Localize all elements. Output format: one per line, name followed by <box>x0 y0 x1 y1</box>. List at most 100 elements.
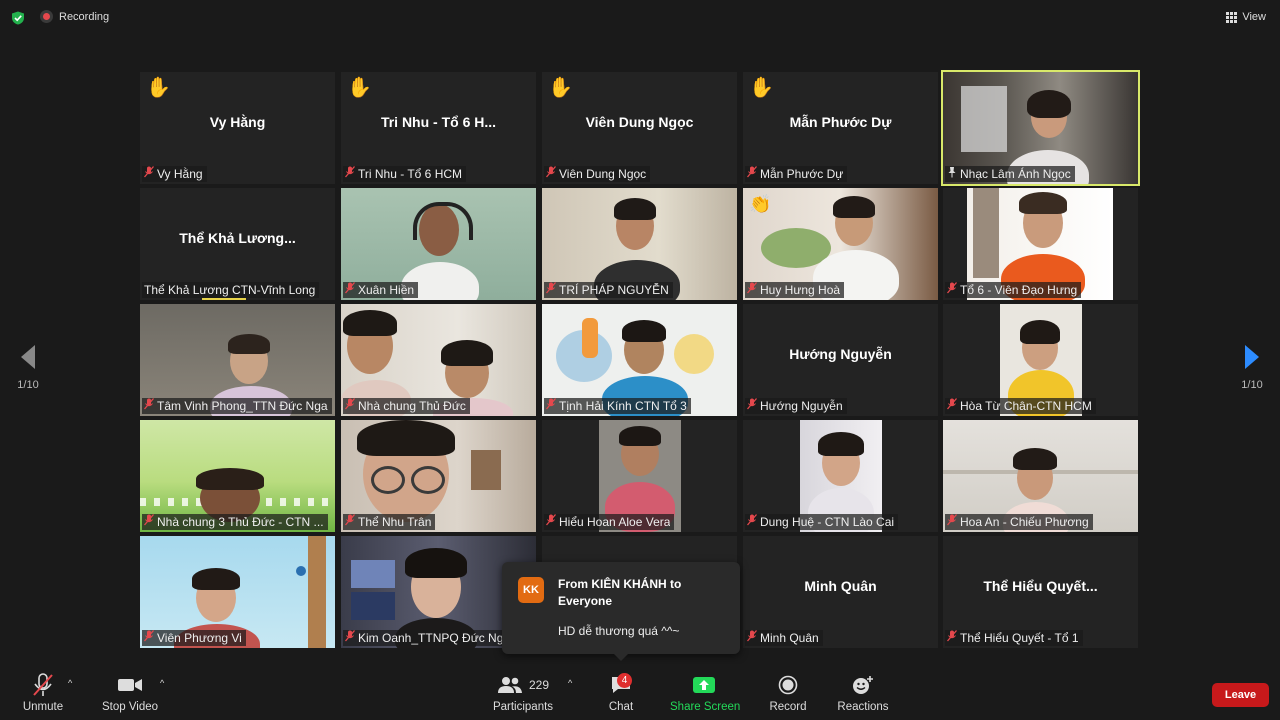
muted-mic-icon <box>546 398 556 414</box>
share-screen-button[interactable]: Share Screen <box>670 672 741 713</box>
participant-tile[interactable]: Nhà chung Thủ Đức <box>341 304 536 416</box>
participant-name-label: Minh Quân <box>745 630 823 646</box>
stop-video-button[interactable]: Stop Video <box>100 672 160 713</box>
muted-mic-icon <box>546 282 556 298</box>
participant-name-label: Tổ 6 - Viên Đạo Hưng <box>945 282 1082 298</box>
top-bar: Recording View <box>0 0 1280 36</box>
participants-button[interactable]: 229 Participants <box>492 672 554 713</box>
participant-tile[interactable]: Hòa Từ Chân-CTN HCM <box>943 304 1138 416</box>
pin-icon <box>947 166 957 182</box>
participant-tile[interactable]: Hoa An - Chiếu Phương <box>943 420 1138 532</box>
participants-icon-row: 229 <box>492 672 554 698</box>
record-button[interactable]: Record <box>766 672 810 713</box>
video-camera-icon <box>100 672 160 698</box>
share-screen-label: Share Screen <box>670 701 741 713</box>
muted-mic-icon <box>345 166 355 182</box>
participant-name-label: Nhà chung Thủ Đức <box>343 398 470 414</box>
sender-avatar: KK <box>518 577 544 603</box>
participant-tile[interactable]: ✋ Viên Dung Ngọc Viên Dung Ngọc <box>542 72 737 184</box>
participant-tile[interactable]: ✋ Tri Nhu - Tổ 6 H... Tri Nhu - Tổ 6 HCM <box>341 72 536 184</box>
record-icon <box>766 672 810 698</box>
muted-mic-icon <box>747 630 757 646</box>
participant-tile[interactable]: Xuân Hiền <box>341 188 536 300</box>
share-screen-icon <box>670 672 738 698</box>
participant-display-name: Mẫn Phước Dự <box>789 114 892 130</box>
page-indicator-right: 1/10 <box>1241 379 1263 391</box>
muted-mic-icon <box>747 282 757 298</box>
participants-options-chevron-icon[interactable]: ^ <box>568 678 572 688</box>
muted-mic-icon <box>546 514 556 530</box>
shield-icon[interactable] <box>11 11 25 25</box>
participant-tile[interactable]: Thể Nhu Trân <box>341 420 536 532</box>
participant-tile[interactable]: Thể Khả Lương... Thể Khả Lương CTN-Vĩnh … <box>140 188 335 300</box>
leave-meeting-button[interactable]: Leave <box>1212 683 1269 707</box>
participant-name-label: Xuân Hiền <box>343 282 419 298</box>
next-page-button[interactable]: 1/10 <box>1240 345 1264 391</box>
video-options-chevron-icon[interactable]: ^ <box>160 678 164 688</box>
muted-mic-icon <box>345 282 355 298</box>
participant-tile[interactable]: ✋ Mẫn Phước Dự Mẫn Phước Dự <box>743 72 938 184</box>
muted-mic-icon <box>345 398 355 414</box>
participant-name-label: Nhạc Lâm Ánh Ngọc <box>945 166 1075 182</box>
chat-sender-line: From KIÊN KHÁNH to Everyone <box>558 577 682 608</box>
participant-tile[interactable]: TRÍ PHÁP NGUYỄN <box>542 188 737 300</box>
muted-mic-icon <box>345 630 355 646</box>
participant-tile[interactable]: Minh Quân Minh Quân <box>743 536 938 648</box>
view-label: View <box>1242 11 1266 23</box>
participant-tile[interactable]: Hiểu Hoan Aloe Vera <box>542 420 737 532</box>
audio-options-chevron-icon[interactable]: ^ <box>68 678 72 688</box>
chat-message-popup[interactable]: KK From KIÊN KHÁNH to Everyone HD dễ thư… <box>502 562 740 661</box>
participant-name-label: Hiểu Hoan Aloe Vera <box>544 514 675 530</box>
participant-tile[interactable]: ✋ Vy Hằng Vy Hằng <box>140 72 335 184</box>
participant-display-name: Tri Nhu - Tổ 6 H... <box>380 114 497 130</box>
page-indicator-left: 1/10 <box>17 379 39 391</box>
audio-activity-indicator <box>202 298 246 300</box>
participant-name-label: Hoa An - Chiếu Phương <box>945 514 1093 530</box>
participant-name-label: Nhà chung 3 Thủ Đức - CTN ... <box>142 514 328 530</box>
reactions-button[interactable]: Reactions <box>836 672 890 713</box>
muted-mic-icon <box>144 166 154 182</box>
grid-view-icon <box>1226 11 1238 23</box>
participant-display-name: Viên Dung Ngọc <box>585 114 694 130</box>
participant-name-label: Thể Khả Lương CTN-Vĩnh Long <box>142 282 320 298</box>
participant-tile[interactable]: Dung Huệ - CTN Lào Cai <box>743 420 938 532</box>
participant-tile[interactable]: Tổ 6 - Viên Đạo Hưng <box>943 188 1138 300</box>
participant-tile[interactable]: Tâm Vinh Phong_TTN Đức Nga <box>140 304 335 416</box>
recording-label: Recording <box>59 10 110 23</box>
participant-tile[interactable]: Thể Hiểu Quyết... Thể Hiểu Quyết - Tổ 1 <box>943 536 1138 648</box>
participant-name-label: Dung Huệ - CTN Lào Cai <box>745 514 899 530</box>
unmute-label: Unmute <box>22 701 64 713</box>
muted-mic-icon <box>747 398 757 414</box>
muted-mic-icon <box>947 630 957 646</box>
participant-name-label: Thể Hiểu Quyết - Tổ 1 <box>945 630 1083 646</box>
muted-mic-icon <box>947 282 957 298</box>
arrow-right-icon <box>1245 345 1259 369</box>
participant-name-label: TRÍ PHÁP NGUYỄN <box>544 282 673 298</box>
participant-count: 229 <box>528 678 550 692</box>
chat-button[interactable]: 4 Chat <box>604 672 638 713</box>
recording-indicator[interactable]: Recording <box>40 10 109 23</box>
participant-tile[interactable]: 👏 Huy Hưng Hoà <box>743 188 938 300</box>
participant-tile[interactable]: Hướng Nguyễn Hướng Nguyễn <box>743 304 938 416</box>
participant-name-label: Viên Dung Ngọc <box>544 166 651 182</box>
recording-icon <box>40 10 53 23</box>
participant-tile-active-speaker[interactable]: Nhạc Lâm Ánh Ngọc <box>941 70 1140 186</box>
participant-tile[interactable]: Tịnh Hải Kính CTN Tổ 3 <box>542 304 737 416</box>
participant-name-label: Hòa Từ Chân-CTN HCM <box>945 398 1096 414</box>
previous-page-button[interactable]: 1/10 <box>16 345 40 391</box>
stop-video-label: Stop Video <box>101 701 159 713</box>
muted-mic-icon <box>947 514 957 530</box>
muted-mic-icon <box>747 166 757 182</box>
unmute-button[interactable]: Unmute <box>18 672 68 713</box>
raised-hand-icon: ✋ <box>146 77 171 99</box>
record-label: Record <box>769 701 807 713</box>
reactions-label: Reactions <box>837 701 889 713</box>
participant-tile[interactable]: Viên Phương Vi <box>140 536 335 648</box>
raised-hand-icon: ✋ <box>548 77 573 99</box>
participant-tile[interactable]: Nhà chung 3 Thủ Đức - CTN ... <box>140 420 335 532</box>
participant-display-name: Hướng Nguyễn <box>789 346 892 362</box>
clapping-hands-icon: 👏 <box>749 194 772 214</box>
participant-name-label: Mẫn Phước Dự <box>745 166 848 182</box>
participant-name-label: Tịnh Hải Kính CTN Tổ 3 <box>544 398 691 414</box>
view-button[interactable]: View <box>1226 11 1266 23</box>
